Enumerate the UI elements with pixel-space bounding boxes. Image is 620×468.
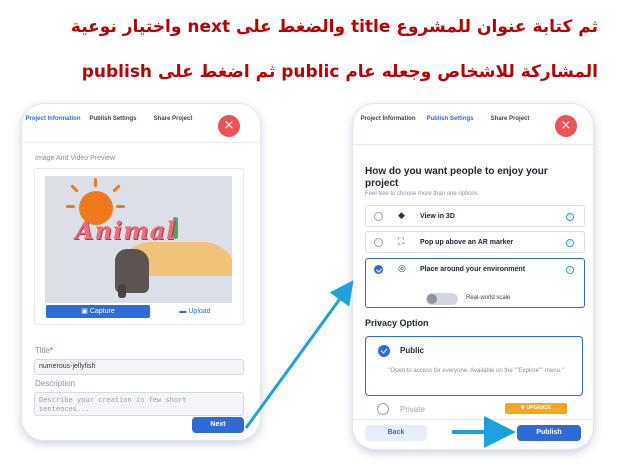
guide-arrows — [244, 280, 516, 448]
arrow-next-to-publish-settings — [244, 280, 354, 429]
